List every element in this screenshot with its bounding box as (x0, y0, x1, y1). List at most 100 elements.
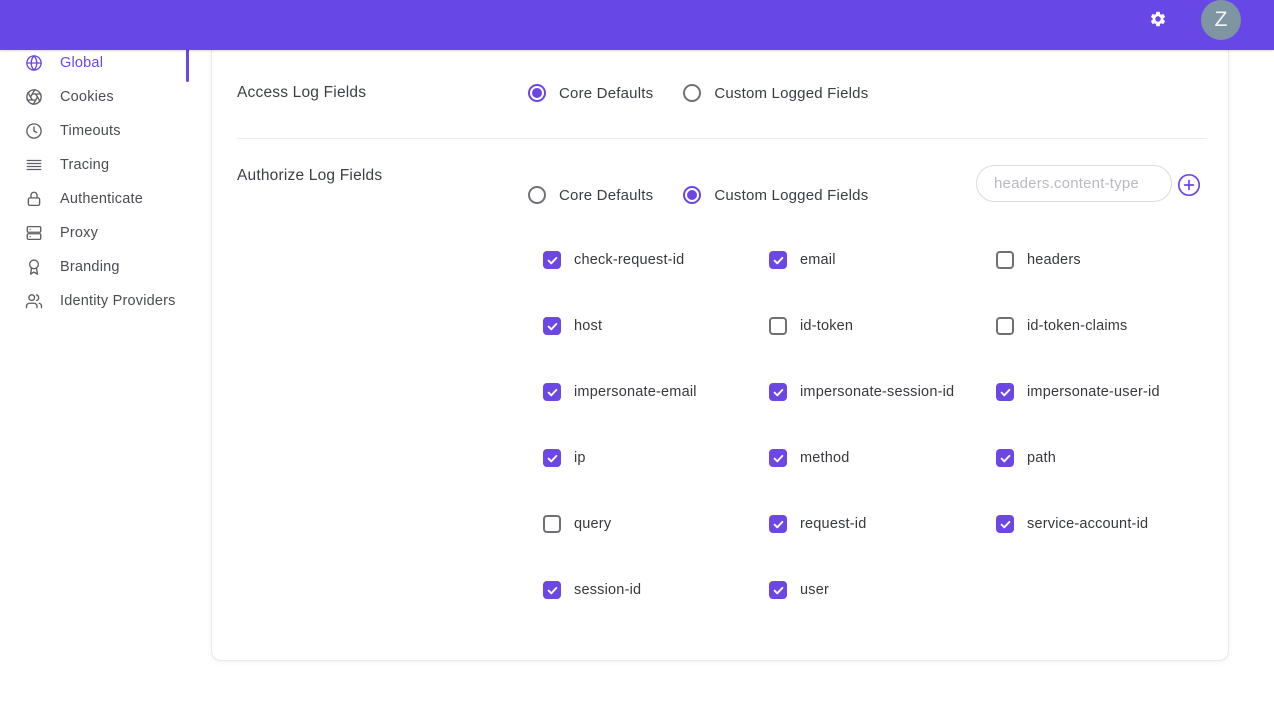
radio-option-label: Custom Logged Fields (714, 85, 868, 102)
checkbox-query[interactable]: query (543, 515, 769, 533)
sidebar-item-identity-providers[interactable]: Identity Providers (0, 284, 189, 318)
access-log-radio-group: Core Defaults Custom Logged Fields (528, 84, 868, 102)
checkbox-label: service-account-id (1027, 516, 1148, 532)
checkbox-icon (996, 251, 1014, 269)
log-fields-checkbox-grid: check-request-id email headers host id-t… (543, 251, 1256, 647)
server-icon (25, 224, 43, 242)
sidebar-item-tracing[interactable]: Tracing (0, 148, 189, 182)
lock-icon (25, 190, 43, 208)
sidebar-nav: Global Cookies Timeouts Tracing Authenti… (0, 46, 189, 318)
aperture-icon (25, 88, 43, 106)
access-radio-custom-logged-fields[interactable]: Custom Logged Fields (683, 84, 868, 102)
checkbox-session-id[interactable]: session-id (543, 581, 769, 599)
authorize-radio-custom-logged-fields[interactable]: Custom Logged Fields (683, 186, 868, 204)
checkbox-id-token-claims[interactable]: id-token-claims (996, 317, 1256, 335)
checkbox-label: host (574, 318, 602, 334)
checkbox-icon (543, 251, 561, 269)
checkbox-icon (996, 383, 1014, 401)
users-icon (25, 292, 43, 310)
checkbox-label: session-id (574, 582, 641, 598)
user-avatar[interactable]: Z (1201, 0, 1241, 40)
sidebar-item-label: Proxy (60, 225, 98, 241)
access-log-fields-row: Access Log Fields Core Defaults Custom L… (237, 75, 1208, 111)
checkbox-icon (543, 581, 561, 599)
checkbox-icon (543, 383, 561, 401)
checkbox-ip[interactable]: ip (543, 449, 769, 467)
checkbox-label: email (800, 252, 836, 268)
checkbox-label: impersonate-session-id (800, 384, 954, 400)
checkbox-icon (543, 317, 561, 335)
checkbox-id-token[interactable]: id-token (769, 317, 996, 335)
sidebar-item-label: Branding (60, 259, 120, 275)
checkbox-icon (769, 515, 787, 533)
sidebar-item-label: Global (60, 55, 103, 71)
checkbox-impersonate-user-id[interactable]: impersonate-user-id (996, 383, 1256, 401)
radio-icon (683, 186, 701, 204)
checkbox-label: headers (1027, 252, 1081, 268)
radio-option-label: Core Defaults (559, 187, 653, 204)
checkbox-icon (543, 449, 561, 467)
checkbox-label: query (574, 516, 611, 532)
radio-icon (528, 84, 546, 102)
checkbox-label: id-token (800, 318, 853, 334)
checkbox-headers[interactable]: headers (996, 251, 1256, 269)
sidebar-item-label: Timeouts (60, 123, 121, 139)
authorize-log-fields-label: Authorize Log Fields (237, 167, 382, 185)
globe-icon (25, 54, 43, 72)
sidebar-item-global[interactable]: Global (0, 46, 189, 80)
checkbox-label: ip (574, 450, 586, 466)
checkbox-icon (996, 317, 1014, 335)
sidebar-item-branding[interactable]: Branding (0, 250, 189, 284)
checkbox-label: check-request-id (574, 252, 684, 268)
checkbox-label: method (800, 450, 850, 466)
settings-gear-icon[interactable] (1149, 10, 1167, 28)
sidebar-item-label: Cookies (60, 89, 114, 105)
checkbox-label: request-id (800, 516, 866, 532)
add-log-field-input[interactable] (976, 165, 1172, 202)
checkbox-icon (769, 383, 787, 401)
access-log-fields-label: Access Log Fields (237, 84, 528, 102)
lines-icon (25, 156, 43, 174)
checkbox-icon (769, 251, 787, 269)
sidebar-item-authenticate[interactable]: Authenticate (0, 182, 189, 216)
add-field-button[interactable] (1177, 173, 1201, 197)
checkbox-label: user (800, 582, 829, 598)
checkbox-label: impersonate-user-id (1027, 384, 1160, 400)
sidebar-item-cookies[interactable]: Cookies (0, 80, 189, 114)
checkbox-icon (996, 515, 1014, 533)
checkbox-host[interactable]: host (543, 317, 769, 335)
sidebar-item-proxy[interactable]: Proxy (0, 216, 189, 250)
access-radio-core-defaults[interactable]: Core Defaults (528, 84, 653, 102)
radio-icon (528, 186, 546, 204)
checkbox-email[interactable]: email (769, 251, 996, 269)
checkbox-request-id[interactable]: request-id (769, 515, 996, 533)
radio-option-label: Custom Logged Fields (714, 187, 868, 204)
sidebar-item-label: Tracing (60, 157, 109, 173)
topbar: Z (0, 0, 1274, 50)
plus-circle-icon (1177, 173, 1201, 197)
clock-icon (25, 122, 43, 140)
checkbox-icon (769, 449, 787, 467)
settings-card: Access Log Fields Core Defaults Custom L… (211, 50, 1229, 661)
checkbox-label: path (1027, 450, 1056, 466)
checkbox-icon (769, 317, 787, 335)
radio-icon (683, 84, 701, 102)
checkbox-label: impersonate-email (574, 384, 697, 400)
checkbox-service-account-id[interactable]: service-account-id (996, 515, 1256, 533)
authorize-log-radio-group: Core Defaults Custom Logged Fields (528, 185, 868, 205)
radio-option-label: Core Defaults (559, 85, 653, 102)
award-icon (25, 258, 43, 276)
checkbox-method[interactable]: method (769, 449, 996, 467)
authorize-radio-core-defaults[interactable]: Core Defaults (528, 186, 653, 204)
checkbox-path[interactable]: path (996, 449, 1256, 467)
checkbox-check-request-id[interactable]: check-request-id (543, 251, 769, 269)
checkbox-icon (996, 449, 1014, 467)
checkbox-impersonate-email[interactable]: impersonate-email (543, 383, 769, 401)
checkbox-user[interactable]: user (769, 581, 996, 599)
checkbox-icon (543, 515, 561, 533)
sidebar-item-timeouts[interactable]: Timeouts (0, 114, 189, 148)
section-divider (237, 138, 1207, 139)
checkbox-icon (769, 581, 787, 599)
checkbox-impersonate-session-id[interactable]: impersonate-session-id (769, 383, 996, 401)
sidebar-item-label: Authenticate (60, 191, 143, 207)
